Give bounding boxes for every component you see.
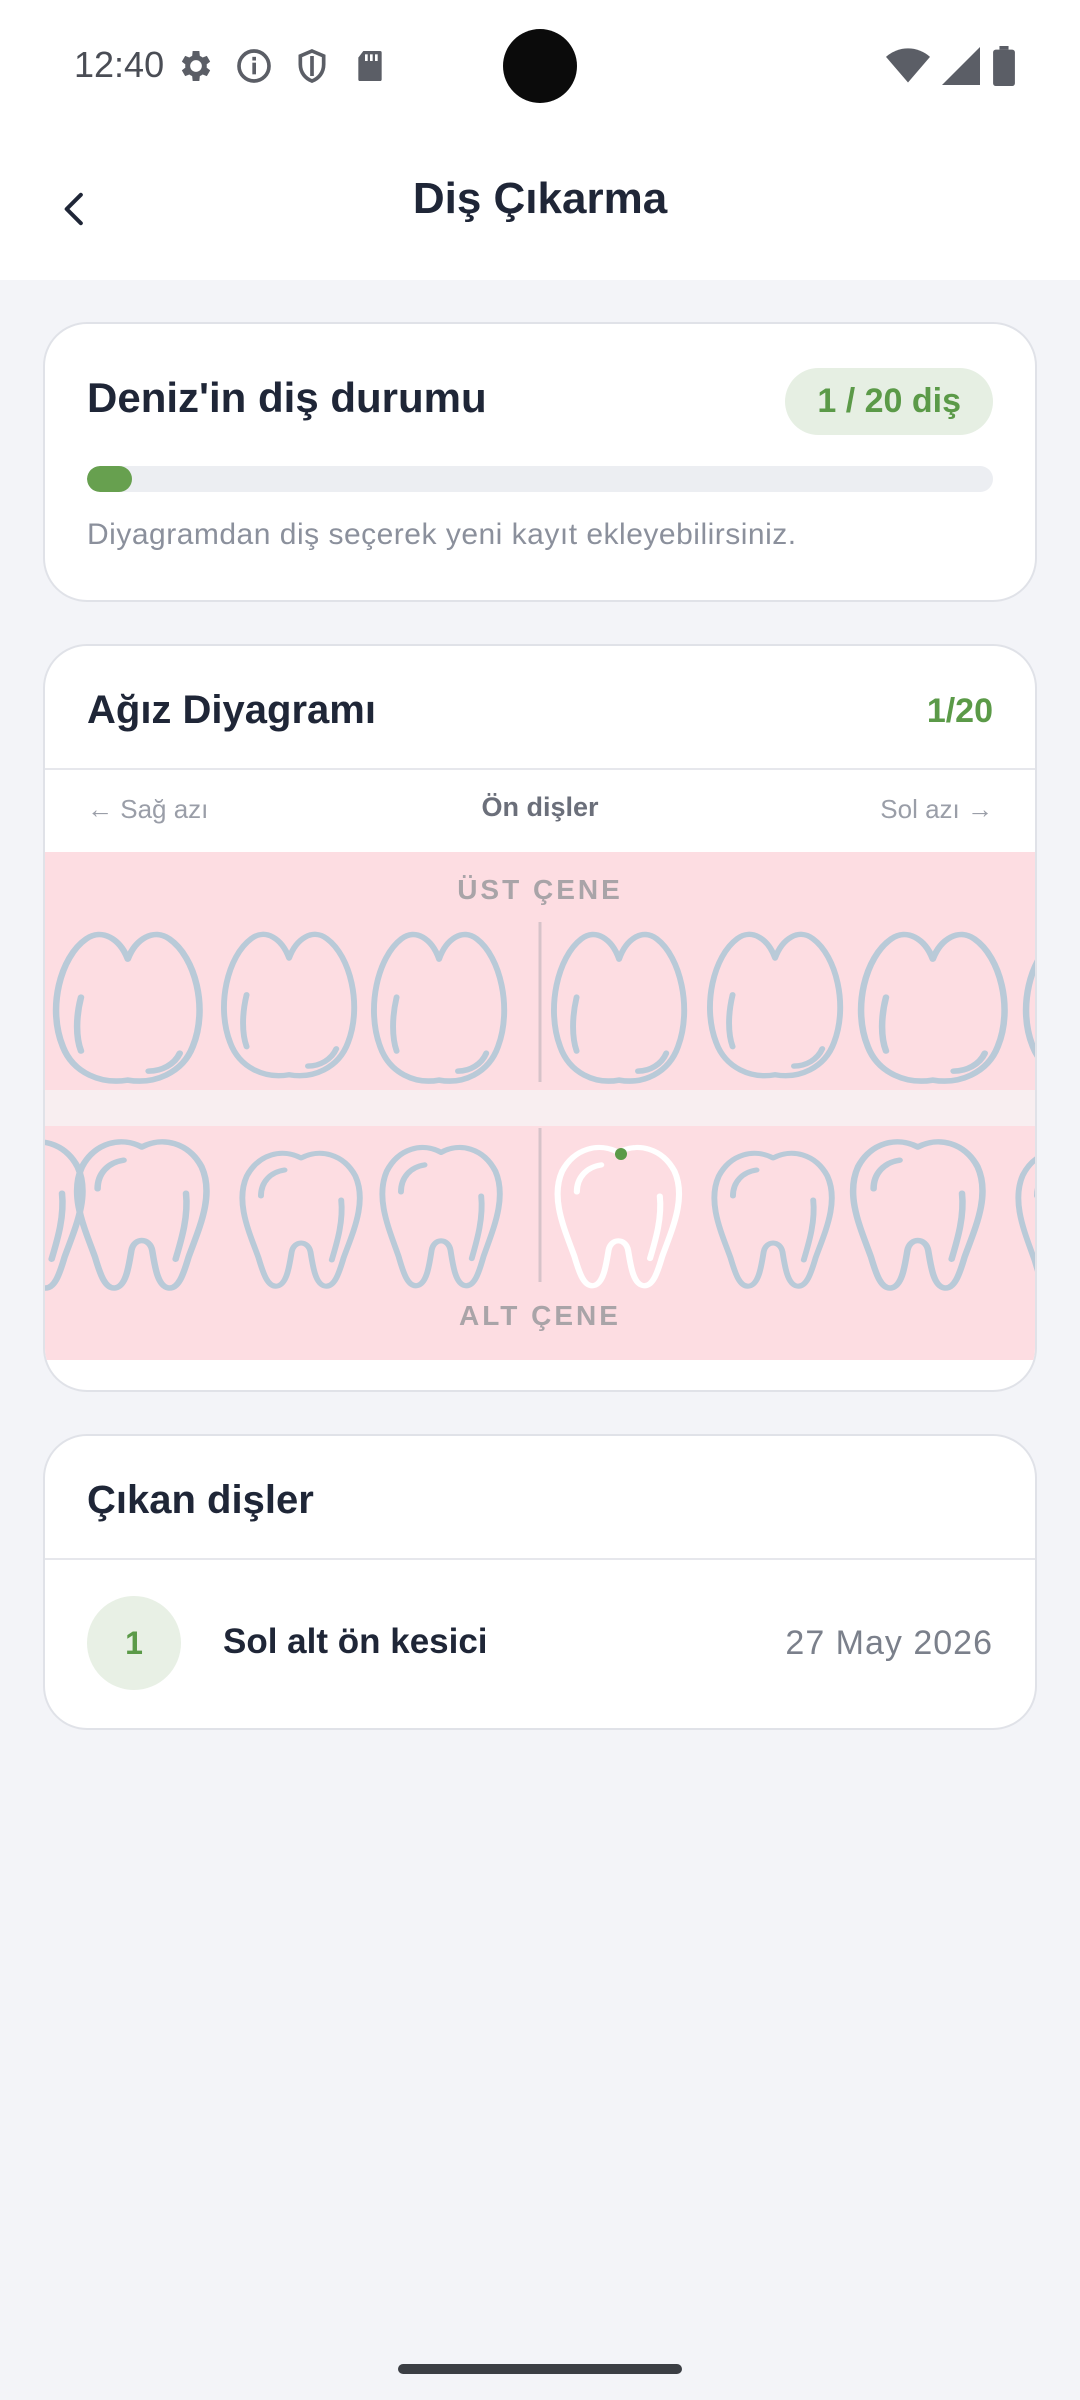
lower-tooth-5-selected[interactable]	[558, 1148, 680, 1286]
tooth-index-badge: 1	[87, 1596, 181, 1690]
tooth-date: 27 May 2026	[785, 1624, 993, 1662]
upper-jaw-label: ÜST ÇENE	[457, 874, 623, 905]
diagram-count: 1/20	[926, 692, 993, 730]
upper-tooth-4[interactable]	[554, 935, 684, 1082]
diagram-title: Ağız Diyagramı	[87, 688, 376, 732]
lower-tooth-1[interactable]	[45, 1142, 83, 1288]
lower-tooth-3[interactable]	[242, 1153, 360, 1286]
upper-tooth-7[interactable]	[1026, 935, 1037, 1082]
extracted-header: Çıkan dişler	[45, 1436, 1035, 1560]
upper-tooth-3[interactable]	[374, 935, 504, 1082]
selected-tooth-marker	[615, 1148, 627, 1160]
lower-tooth-8[interactable]	[1018, 1152, 1037, 1290]
status-icons-right	[886, 46, 1016, 86]
mouth-diagram: ÜST ÇENE ALT ÇENE	[45, 852, 1035, 1360]
progress-track	[87, 466, 993, 492]
status-card-title: Deniz'in diş durumu	[87, 374, 487, 421]
extracted-teeth-card: Çıkan dişler 1 Sol alt ön kesici 27 May …	[43, 1434, 1037, 1730]
status-hint: Diyagramdan diş seçerek yeni kayıt ekley…	[87, 518, 797, 551]
mouth-diagram-card: Ağız Diyagramı 1/20 ← Sağ azı Ön dişler …	[43, 644, 1037, 1392]
list-item[interactable]: 1 Sol alt ön kesici 27 May 2026	[45, 1560, 1035, 1728]
status-icons-left	[176, 46, 390, 86]
app-bar: Diş Çıkarma	[0, 130, 1080, 280]
shield-icon	[298, 49, 326, 83]
info-icon	[237, 49, 271, 83]
upper-tooth-2[interactable]	[224, 934, 354, 1075]
battery-icon	[993, 46, 1015, 86]
extracted-title: Çıkan dişler	[87, 1478, 314, 1522]
lower-tooth-4[interactable]	[382, 1148, 500, 1286]
tooth-status-card: Deniz'in diş durumu 1 / 20 diş Diyagramd…	[43, 322, 1037, 602]
upper-tooth-1[interactable]	[56, 935, 199, 1082]
upper-tooth-5[interactable]	[710, 934, 840, 1075]
camera-cutout	[503, 29, 577, 103]
lower-tooth-2[interactable]	[77, 1142, 206, 1288]
status-time: 12:40	[74, 44, 165, 85]
lower-tooth-7[interactable]	[853, 1142, 982, 1288]
wifi-icon	[886, 48, 930, 83]
signal-icon	[942, 47, 980, 85]
lower-jaw-label: ALT ÇENE	[459, 1300, 621, 1331]
upper-tooth-6[interactable]	[861, 935, 1004, 1082]
status-bar: 12:40	[0, 0, 1080, 130]
diagram-header: Ağız Diyagramı 1/20	[45, 646, 1035, 770]
teeth-svg	[45, 922, 1037, 1360]
sd-card-icon	[358, 51, 382, 81]
lower-tooth-6[interactable]	[714, 1153, 832, 1286]
tooth-count-badge: 1 / 20 diş	[785, 368, 993, 435]
settings-icon	[181, 51, 211, 81]
nav-left-molars[interactable]: Sol azı →	[880, 794, 993, 825]
home-indicator[interactable]	[398, 2364, 682, 2374]
tooth-name: Sol alt ön kesici	[223, 1622, 488, 1661]
progress-fill	[87, 466, 133, 492]
diagram-nav: ← Sağ azı Ön dişler Sol azı →	[45, 770, 1035, 850]
page-title: Diş Çıkarma	[412, 174, 668, 223]
